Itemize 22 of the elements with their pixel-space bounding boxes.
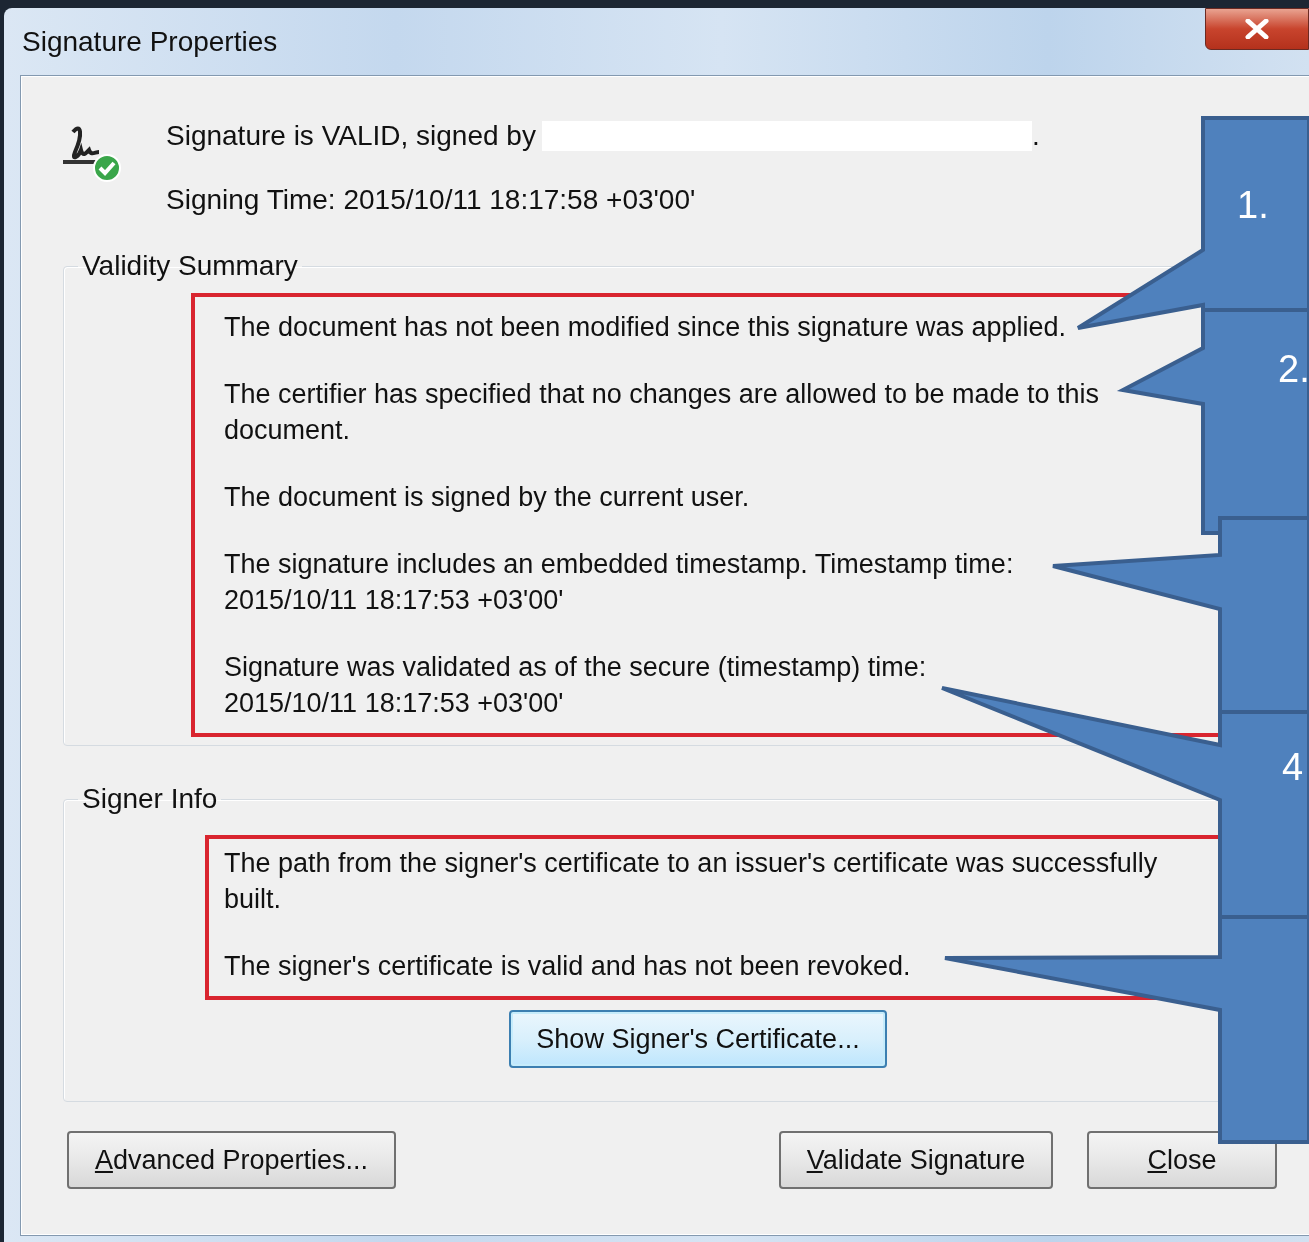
dialog-button[interactable]: Advanced Properties... — [67, 1131, 396, 1189]
callout-number: 2. — [1278, 348, 1309, 390]
group-title: Validity Summary — [81, 251, 299, 281]
dialog-button[interactable]: Close — [1087, 1131, 1277, 1189]
status-message: The signer's certificate is valid and has not been revoked. — [224, 950, 911, 983]
status-message: The certifier has specified that no changes are allowed to be made to this document. — [224, 378, 1099, 447]
period: . — [1031, 120, 1040, 152]
callout-number: 4 — [1282, 746, 1304, 788]
window-title: Signature Properties — [22, 25, 278, 58]
status-message: The document is signed by the current user. — [224, 481, 750, 514]
callout-number: 1. — [1237, 184, 1269, 226]
status-message: Signature was validated as of the secure (timestamp) time: 2015/10/11 18:17:53 +03'00' — [224, 651, 927, 720]
dialog-button[interactable]: Validate Signature — [779, 1131, 1053, 1189]
status-message: The signature includes an embedded timestamp. Timestamp time: 2015/10/11 18:17:53 +03'00' — [224, 548, 1014, 617]
close-icon — [1244, 19, 1270, 39]
group-title: Signer Info — [81, 784, 219, 814]
signature-status: Signature is VALID, signed by — [166, 120, 536, 152]
close-button[interactable] — [1205, 8, 1309, 50]
status-message: The document has not been modified since this signature was applied. — [224, 311, 1066, 344]
signing-time: Signing Time: 2015/10/11 18:17:58 +03'00' — [166, 183, 697, 217]
status-message: The path from the signer's certificate to an issuer's certificate was successfully built. — [224, 847, 1158, 916]
show-certificate-button[interactable]: Show Signer's Certificate... — [509, 1010, 887, 1068]
